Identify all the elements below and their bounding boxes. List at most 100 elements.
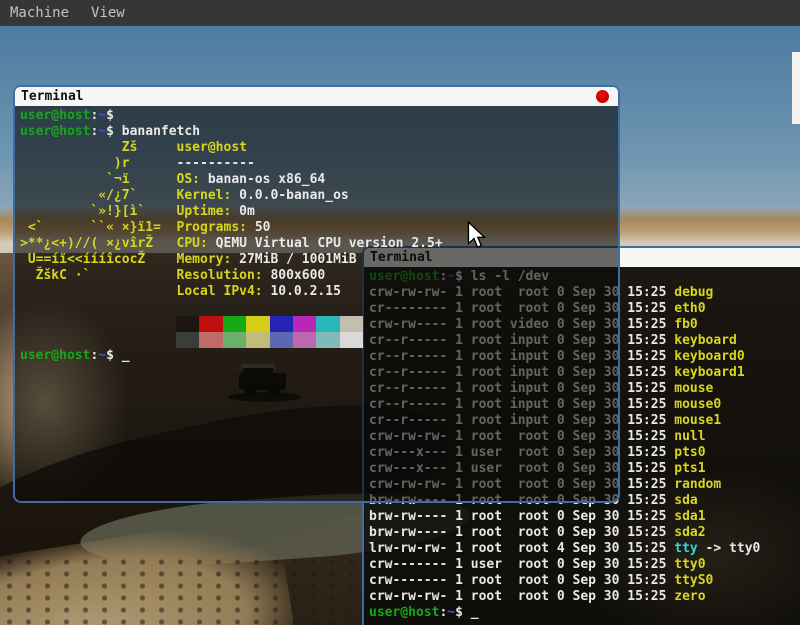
vm-screen: MachineView Terminal user: [0, 0, 800, 625]
palette-color-block: [199, 332, 222, 348]
palette-color-block: [176, 332, 199, 348]
palette-color-block: [340, 332, 363, 348]
ls-row-name: sda1: [674, 509, 705, 524]
fetch-line: «/¿7`Kernel: 0.0.0-banan_os: [20, 188, 618, 204]
ascii-art: ŽškC ·`: [20, 268, 177, 284]
prompt-line: user@host:~$: [20, 108, 618, 124]
palette-color-block: [340, 316, 363, 332]
ls-row-name: mouse1: [674, 413, 721, 428]
ls-row-attrs: crw-rw-rw- 1 root root 0 Sep 30 15:25: [369, 589, 674, 604]
ls-row-name: fb0: [674, 317, 697, 332]
color-palette-row-normal: [176, 316, 618, 332]
fetch-value: 800x600: [270, 268, 325, 283]
ls-row-name: keyboard: [674, 333, 737, 348]
prompt-user: user@host: [20, 108, 90, 123]
fetch-label: Local IPv4:: [177, 284, 271, 299]
fetch-label: Programs:: [177, 220, 255, 235]
fetch-label: user@host: [177, 140, 247, 155]
text-cursor: _: [471, 605, 479, 620]
prompt-user: user@host: [20, 348, 90, 363]
ls-row-name: pts0: [674, 445, 705, 460]
terminal1-content[interactable]: user@host:~$ user@host:~$ bananfetch Zšu…: [15, 106, 618, 501]
palette-color-block: [316, 332, 339, 348]
terminal1-title: Terminal: [21, 89, 84, 104]
menu-bar: Machine View: [0, 0, 800, 26]
ls-row-name: random: [674, 477, 721, 492]
ls-row-name: sda2: [674, 525, 705, 540]
fetch-line: >**¿<+)//( ×¿vîrŽCPU: QEMU Virtual CPU v…: [20, 236, 618, 252]
prompt-line: user@host:~$ _: [20, 348, 618, 364]
prompt-path: ~: [98, 124, 106, 139]
ls-row: brw-rw---- 1 root root 0 Sep 30 15:25 sd…: [369, 509, 800, 525]
ascii-art: «/¿7`: [20, 188, 177, 204]
prompt-dollar: $: [106, 108, 122, 123]
ascii-art: )r: [20, 156, 177, 172]
ls-row-name: zero: [674, 589, 705, 604]
command-text: bananfetch: [122, 124, 200, 139]
fetch-line: U==íï<<íííîcocŽMemory: 27MiB / 1001MiB: [20, 252, 618, 268]
menu-item[interactable]: Machine: [10, 5, 69, 21]
palette-color-block: [223, 316, 246, 332]
menu-item[interactable]: View: [91, 5, 125, 21]
ls-row-attrs: brw-rw---- 1 root root 0 Sep 30 15:25: [369, 509, 674, 524]
close-button-icon[interactable]: [596, 90, 609, 103]
fetch-value: QEMU Virtual CPU version 2.5+: [216, 236, 443, 251]
prompt-path: ~: [98, 108, 106, 123]
palette-color-block: [223, 332, 246, 348]
prompt-dollar: $: [106, 348, 122, 363]
ls-row-name: ttyS0: [674, 573, 713, 588]
fetch-line: `¬ïOS: banan-os x86_64: [20, 172, 618, 188]
ls-row-name: sda: [674, 493, 697, 508]
fetch-value: 50: [255, 220, 271, 235]
palette-color-block: [246, 316, 269, 332]
terminal1-title-bar[interactable]: Terminal: [15, 87, 618, 106]
prompt-line: user@host:~$ _: [369, 605, 800, 621]
fetch-value: banan-os x86_64: [208, 172, 325, 187]
ascii-art: >**¿<+)//( ×¿vîrŽ: [20, 236, 177, 252]
terminal-window-1[interactable]: Terminal user@host:~$ user@host:~$ banan…: [13, 85, 620, 503]
ls-row: crw------- 1 root root 0 Sep 30 15:25 tt…: [369, 573, 800, 589]
text-cursor: _: [122, 348, 130, 363]
ls-row-name: mouse0: [674, 397, 721, 412]
fetch-value: ----------: [177, 156, 255, 171]
ascii-art: Zš: [20, 140, 177, 156]
prompt-path: ~: [447, 605, 455, 620]
palette-color-block: [293, 332, 316, 348]
palette-color-block: [293, 316, 316, 332]
ls-row-name: null: [674, 429, 705, 444]
ls-row: lrw-rw-rw- 1 root root 4 Sep 30 15:25 tt…: [369, 541, 800, 557]
prompt-line: user@host:~$ bananfetch: [20, 124, 618, 140]
palette-color-block: [246, 332, 269, 348]
ls-row-attrs: lrw-rw-rw- 1 root root 4 Sep 30 15:25: [369, 541, 674, 556]
fetch-label: Resolution:: [177, 268, 271, 283]
ls-row-name: tty: [674, 541, 697, 556]
ascii-art: <` ``« ×}ï1=: [20, 220, 177, 236]
ls-row-attrs: brw-rw---- 1 root root 0 Sep 30 15:25: [369, 525, 674, 540]
fetch-value: 10.0.2.15: [270, 284, 340, 299]
fetch-line: <` ``« ×}ï1=Programs: 50: [20, 220, 618, 236]
prompt-path: ~: [98, 348, 106, 363]
ls-row-name: debug: [674, 285, 713, 300]
ls-row: crw------- 1 user root 0 Sep 30 15:25 tt…: [369, 557, 800, 573]
wallpaper-edge-sliver: [792, 52, 800, 124]
color-palette-row-bright: [176, 332, 618, 348]
fetch-value: 0m: [239, 204, 255, 219]
palette-color-block: [176, 316, 199, 332]
fetch-line: Zšuser@host: [20, 140, 618, 156]
palette-color-block: [270, 332, 293, 348]
ls-row-link-target: -> tty0: [698, 541, 761, 556]
fetch-line: `»!}[ì`Uptime: 0m: [20, 204, 618, 220]
blank-line: [20, 300, 618, 316]
palette-color-block: [199, 316, 222, 332]
prompt-user: user@host: [20, 124, 90, 139]
fetch-label: Uptime:: [177, 204, 240, 219]
ascii-art: `»!}[ì`: [20, 204, 177, 220]
ls-row: crw-rw-rw- 1 root root 0 Sep 30 15:25 ze…: [369, 589, 800, 605]
ls-row-name: mouse: [674, 381, 713, 396]
fetch-label: OS:: [177, 172, 208, 187]
ls-row-attrs: crw------- 1 root root 0 Sep 30 15:25: [369, 573, 674, 588]
fetch-line: )r----------: [20, 156, 618, 172]
fetch-label: Memory:: [177, 252, 240, 267]
fetch-line: ŽškC ·`Resolution: 800x600: [20, 268, 618, 284]
palette-color-block: [316, 316, 339, 332]
